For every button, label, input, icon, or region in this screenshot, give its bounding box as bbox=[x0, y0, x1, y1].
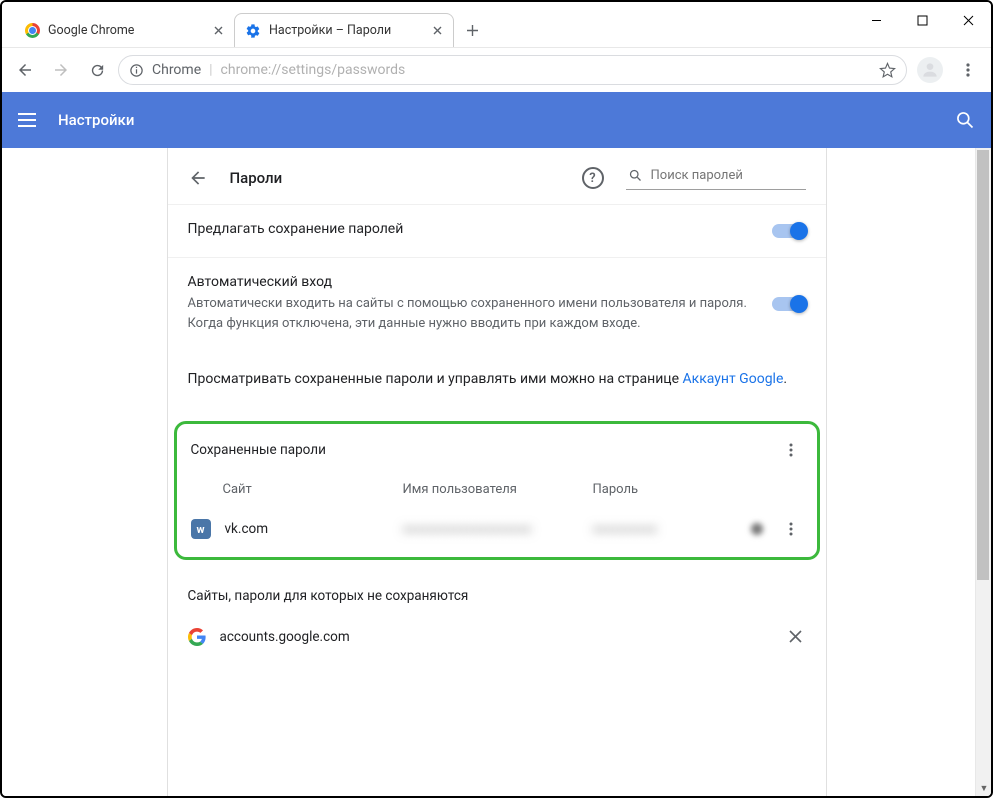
vk-icon: w bbox=[191, 519, 211, 539]
content-area: Настройки Пароли ? bbox=[2, 92, 991, 796]
manage-row: Просматривать сохраненные пароли и управ… bbox=[168, 349, 826, 403]
help-icon[interactable]: ? bbox=[582, 167, 604, 189]
url-host: Chrome bbox=[152, 62, 201, 78]
settings-page: Пароли ? Предлагать сохранение паролей А… bbox=[167, 148, 827, 796]
tab-strip: Google Chrome Настройки – Пароли bbox=[2, 2, 486, 47]
column-headers: Сайт Имя пользователя Пароль bbox=[177, 466, 817, 507]
tab-google-chrome[interactable]: Google Chrome bbox=[14, 13, 234, 47]
toolbar: Chrome | chrome://settings/passwords bbox=[2, 48, 991, 92]
reload-button[interactable] bbox=[82, 55, 112, 85]
password-search[interactable] bbox=[626, 166, 806, 190]
search-icon bbox=[628, 168, 643, 183]
auto-signin-label: Автоматический вход bbox=[188, 274, 772, 290]
saved-passwords-header: Сохраненные пароли bbox=[191, 442, 779, 458]
manage-text: Просматривать сохраненные пароли и управ… bbox=[188, 371, 683, 387]
close-tab-icon[interactable] bbox=[210, 22, 226, 38]
remove-never-icon[interactable] bbox=[785, 626, 806, 647]
gear-icon bbox=[245, 23, 261, 39]
settings-appbar: Настройки bbox=[2, 92, 991, 148]
username-cell: xxxxxxxxxxxxxxxxxxxx bbox=[403, 522, 593, 537]
minimize-button[interactable] bbox=[853, 2, 899, 38]
saved-passwords-menu[interactable] bbox=[779, 442, 803, 458]
bookmark-star-icon[interactable] bbox=[879, 62, 896, 79]
page-scroll[interactable]: Пароли ? Предлагать сохранение паролей А… bbox=[2, 148, 991, 796]
auto-signin-row: Автоматический вход Автоматически входит… bbox=[168, 257, 826, 349]
tab-label: Настройки – Пароли bbox=[269, 23, 421, 38]
never-row: accounts.google.com bbox=[168, 614, 826, 659]
new-tab-button[interactable] bbox=[458, 16, 486, 44]
google-icon bbox=[188, 628, 206, 646]
scroll-down-icon[interactable]: ▼ bbox=[976, 780, 991, 796]
tab-label: Google Chrome bbox=[48, 23, 202, 38]
forward-button[interactable] bbox=[46, 55, 76, 85]
auto-signin-toggle[interactable] bbox=[772, 297, 806, 311]
titlebar: Google Chrome Настройки – Пароли bbox=[2, 2, 991, 48]
site-cell[interactable]: vk.com bbox=[225, 521, 403, 537]
menu-button[interactable] bbox=[953, 55, 983, 85]
password-cell: xxxxxxxxxx bbox=[593, 522, 745, 537]
close-window-button[interactable] bbox=[945, 2, 991, 38]
auto-signin-desc: Автоматически входить на сайты с помощью… bbox=[188, 294, 772, 333]
hamburger-icon[interactable] bbox=[18, 113, 36, 127]
url-path: chrome://settings/passwords bbox=[221, 62, 406, 78]
col-site: Сайт bbox=[223, 482, 403, 497]
show-password-icon[interactable] bbox=[745, 517, 769, 541]
maximize-button[interactable] bbox=[899, 2, 945, 38]
close-tab-icon[interactable] bbox=[429, 23, 445, 39]
saved-passwords-section: Сохраненные пароли Сайт Имя пользователя… bbox=[174, 421, 820, 560]
password-row: w vk.com xxxxxxxxxxxxxxxxxxxx xxxxxxxxxx bbox=[177, 507, 817, 551]
scroll-thumb[interactable] bbox=[977, 150, 989, 580]
chrome-icon bbox=[24, 22, 40, 38]
page-title: Пароли bbox=[230, 169, 283, 187]
profile-avatar[interactable] bbox=[917, 57, 943, 83]
password-search-input[interactable] bbox=[651, 168, 791, 183]
password-row-menu[interactable] bbox=[779, 521, 803, 537]
address-bar[interactable]: Chrome | chrome://settings/passwords bbox=[118, 55, 907, 85]
appbar-title: Настройки bbox=[58, 111, 134, 129]
google-account-link[interactable]: Аккаунт Google bbox=[683, 371, 784, 387]
col-pass: Пароль bbox=[593, 482, 803, 497]
page-header: Пароли ? bbox=[168, 148, 826, 204]
appbar-search-icon[interactable] bbox=[955, 110, 975, 130]
offer-save-toggle[interactable] bbox=[772, 224, 806, 238]
tab-settings-passwords[interactable]: Настройки – Пароли bbox=[234, 13, 454, 47]
offer-save-label: Предлагать сохранение паролей bbox=[188, 221, 772, 237]
window-controls bbox=[853, 2, 991, 38]
col-user: Имя пользователя bbox=[403, 482, 593, 497]
never-saved-header: Сайты, пароли для которых не сохраняются bbox=[168, 570, 826, 614]
back-arrow-icon[interactable] bbox=[188, 168, 208, 188]
back-button[interactable] bbox=[10, 55, 40, 85]
never-site: accounts.google.com bbox=[220, 629, 785, 645]
browser-window: Google Chrome Настройки – Пароли bbox=[0, 0, 993, 798]
offer-save-row: Предлагать сохранение паролей bbox=[168, 204, 826, 257]
site-info-icon[interactable] bbox=[129, 63, 144, 78]
vertical-scrollbar[interactable]: ▲ ▼ bbox=[975, 148, 991, 796]
